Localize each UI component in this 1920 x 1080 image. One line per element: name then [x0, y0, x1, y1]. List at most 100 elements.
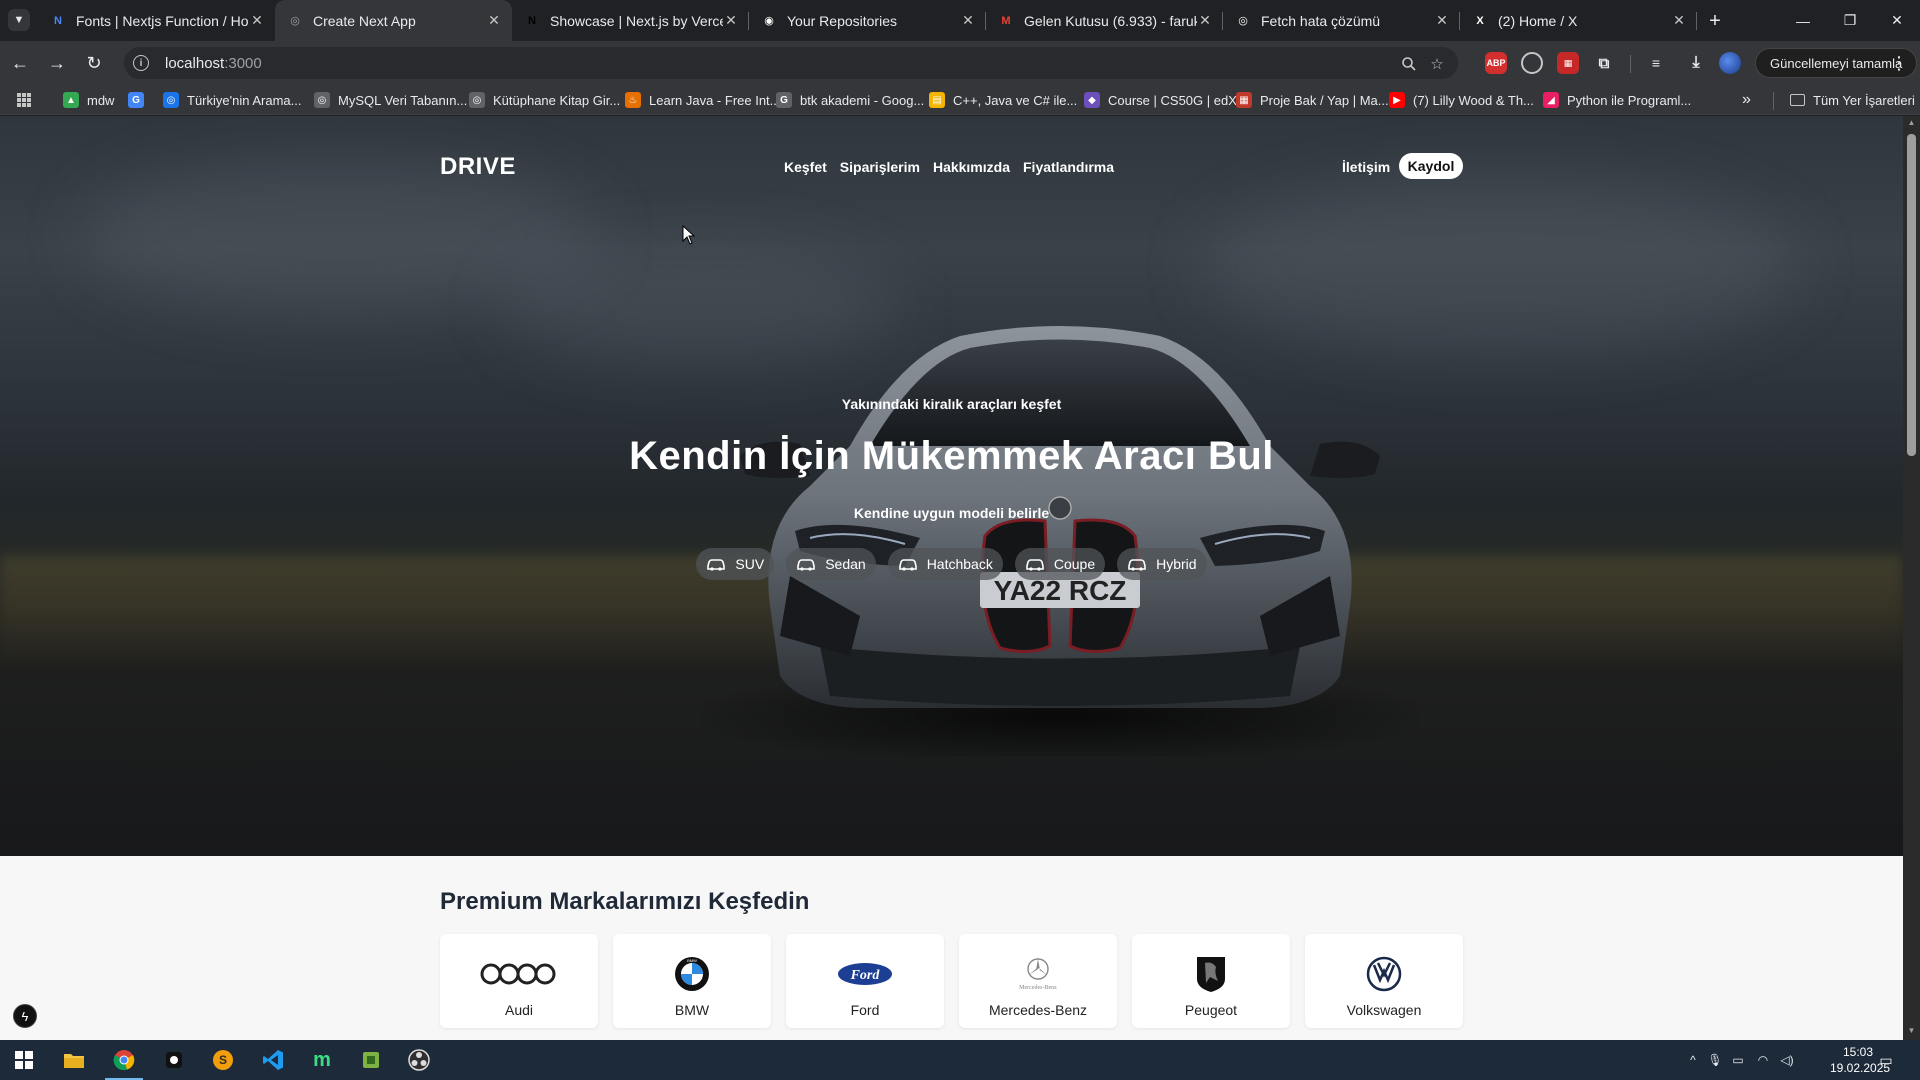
- app-dark-circle-icon[interactable]: [160, 1046, 188, 1074]
- chrome-taskbar-icon[interactable]: [110, 1046, 138, 1074]
- windows-start-icon[interactable]: [10, 1046, 38, 1074]
- bookmark-favicon-icon: ▦: [1236, 92, 1252, 108]
- brands-title: Premium Markalarımızı Keşfedin: [440, 888, 810, 915]
- category-chip[interactable]: Coupe: [1014, 548, 1106, 580]
- tab-favicon-icon: ◉: [764, 15, 774, 27]
- close-window-button[interactable]: ✕: [1874, 0, 1920, 41]
- address-bar[interactable]: i localhost:3000 ☆: [124, 47, 1458, 79]
- bookmark-item[interactable]: ◢ Python ile Programl...: [1543, 90, 1691, 110]
- bookmark-item[interactable]: ◎ MySQL Veri Tabanın...: [314, 90, 467, 110]
- tab-close-icon[interactable]: ✕: [1197, 12, 1213, 29]
- bookmark-item[interactable]: G: [128, 90, 152, 110]
- battery-icon[interactable]: ▭: [1730, 1052, 1746, 1068]
- browser-tab[interactable]: X (2) Home / X ✕: [1460, 0, 1697, 41]
- bookmark-item[interactable]: ♨ Learn Java - Free Int...: [625, 90, 781, 110]
- nav-link[interactable]: Keşfet: [784, 159, 827, 175]
- wifi-icon[interactable]: ◠: [1755, 1052, 1771, 1068]
- car-icon: [706, 557, 726, 571]
- category-chip[interactable]: Hatchback: [887, 548, 1003, 580]
- page-scrollbar[interactable]: ▲ ▼: [1903, 116, 1920, 1040]
- back-button[interactable]: ←: [6, 49, 34, 77]
- tab-close-icon[interactable]: ✕: [486, 12, 502, 29]
- scroll-down-icon[interactable]: ▼: [1907, 1026, 1916, 1036]
- brand-card[interactable]: BMW BMW: [613, 934, 771, 1028]
- nav-link[interactable]: Hakkımızda: [933, 159, 1010, 175]
- obs-icon[interactable]: [405, 1046, 433, 1074]
- tab-search-button[interactable]: ▼: [8, 9, 30, 31]
- restore-button[interactable]: ❐: [1827, 0, 1873, 41]
- hero-subline: Kendine uygun modeli belirle: [853, 505, 1050, 521]
- contact-link[interactable]: İletişim: [1342, 159, 1390, 175]
- tab-favicon-icon: N: [54, 14, 62, 27]
- browser-tab[interactable]: N Showcase | Next.js by Vercel - T✕: [512, 0, 749, 41]
- nav-link[interactable]: Siparişlerim: [840, 159, 920, 175]
- scrollbar-thumb[interactable]: [1907, 134, 1916, 456]
- bookmark-item[interactable]: ◎ Kütüphane Kitap Gir...: [469, 90, 620, 110]
- minimize-button[interactable]: —: [1780, 0, 1826, 41]
- bookmark-item[interactable]: ▶ (7) Lilly Wood & Th...: [1389, 90, 1534, 110]
- bookmark-item[interactable]: ◆ Course | CS50G | edX: [1084, 90, 1237, 110]
- adblock-icon[interactable]: ABP: [1485, 52, 1507, 74]
- bookmark-item[interactable]: ▲ mdw: [63, 90, 114, 110]
- vscode-icon[interactable]: [259, 1046, 287, 1074]
- category-chip[interactable]: SUV: [696, 548, 775, 580]
- file-explorer-icon[interactable]: [60, 1046, 88, 1074]
- reload-button[interactable]: ↻: [80, 49, 108, 77]
- brand-card[interactable]: Volkswagen: [1305, 934, 1463, 1028]
- sublime-icon[interactable]: S: [209, 1046, 237, 1074]
- extension-circle-icon[interactable]: [1521, 52, 1543, 74]
- bookmark-item[interactable]: ▤ C++, Java ve C# ile...: [929, 90, 1077, 110]
- browser-tab[interactable]: M Gelen Kutusu (6.933) - farukde✕: [986, 0, 1223, 41]
- forward-button[interactable]: →: [43, 49, 71, 77]
- app-m-icon[interactable]: m: [308, 1046, 336, 1074]
- category-chip[interactable]: Hybrid: [1117, 548, 1207, 580]
- profile-avatar[interactable]: [1719, 52, 1741, 74]
- all-bookmarks-folder[interactable]: Tüm Yer İşaretleri: [1790, 90, 1915, 110]
- browser-tab[interactable]: ◎ Create Next App ✕: [275, 0, 512, 41]
- brand-card[interactable]: Ford Ford: [786, 934, 944, 1028]
- category-chip[interactable]: Sedan: [786, 548, 876, 580]
- more-bookmarks-icon[interactable]: »: [1742, 90, 1751, 110]
- browser-tab[interactable]: ◉ Your Repositories ✕: [749, 0, 986, 41]
- brand-card[interactable]: Mercedes-Benz Mercedes-Benz: [959, 934, 1117, 1028]
- site-info-icon[interactable]: i: [133, 55, 149, 71]
- tab-close-icon[interactable]: ✕: [723, 12, 739, 29]
- nextjs-dev-indicator-icon[interactable]: ϟ: [13, 1004, 37, 1028]
- apps-grid-icon[interactable]: [16, 90, 32, 110]
- tab-close-icon[interactable]: ✕: [1434, 12, 1450, 29]
- tab-title: Create Next App: [313, 12, 416, 29]
- notification-center-icon[interactable]: ▭: [1876, 1050, 1896, 1070]
- tab-close-icon[interactable]: ✕: [249, 12, 265, 29]
- main-menu: Keşfet Siparişlerim Hakkımızda Fiyatlandırm…: [784, 159, 1114, 175]
- bookmark-item[interactable]: ◎ Türkiye'nin Arama...: [163, 90, 301, 110]
- site-logo[interactable]: DRIVE: [440, 153, 516, 181]
- nav-link[interactable]: Fiyatlandırma: [1023, 159, 1114, 175]
- volume-icon[interactable]: ◁): [1779, 1052, 1795, 1068]
- brand-card[interactable]: Audi: [440, 934, 598, 1028]
- microphone-icon[interactable]: 🎙: [1707, 1052, 1723, 1068]
- car-icon: [1127, 557, 1147, 571]
- browser-tab[interactable]: N Fonts | Nextjs Function / Hooks✕: [38, 0, 275, 41]
- new-tab-button[interactable]: +: [1702, 8, 1728, 34]
- tab-close-icon[interactable]: ✕: [960, 12, 976, 29]
- plus-icon: +: [1709, 9, 1721, 32]
- bookmark-item[interactable]: ▦ Proje Bak / Yap | Ma...: [1236, 90, 1389, 110]
- zoom-icon[interactable]: [1399, 54, 1419, 74]
- bookmark-favicon-icon: ◎: [469, 92, 485, 108]
- bookmark-item[interactable]: Gbtk akademi - Goog...: [776, 90, 924, 110]
- tab-close-icon[interactable]: ✕: [1671, 12, 1687, 29]
- signup-button[interactable]: Kaydol: [1399, 153, 1463, 179]
- android-app-icon[interactable]: [357, 1046, 385, 1074]
- url-text[interactable]: localhost:3000: [165, 55, 262, 72]
- scroll-up-icon[interactable]: ▲: [1907, 118, 1916, 128]
- brand-card[interactable]: Peugeot: [1132, 934, 1290, 1028]
- extensions-puzzle-icon[interactable]: ⧉: [1593, 52, 1615, 74]
- browser-tab[interactable]: ◎ Fetch hata çözümü ✕: [1223, 0, 1460, 41]
- chrome-menu-icon[interactable]: ⋮: [1887, 49, 1911, 77]
- extension-red-icon[interactable]: ▦: [1557, 52, 1579, 74]
- media-control-icon[interactable]: ≡: [1645, 52, 1667, 74]
- bookmark-star-icon[interactable]: ☆: [1427, 54, 1447, 74]
- download-icon[interactable]: ⤓: [1685, 52, 1707, 74]
- tray-chevron-up-icon[interactable]: ^: [1685, 1052, 1701, 1068]
- brand-name: Mercedes-Benz: [988, 1002, 1088, 1018]
